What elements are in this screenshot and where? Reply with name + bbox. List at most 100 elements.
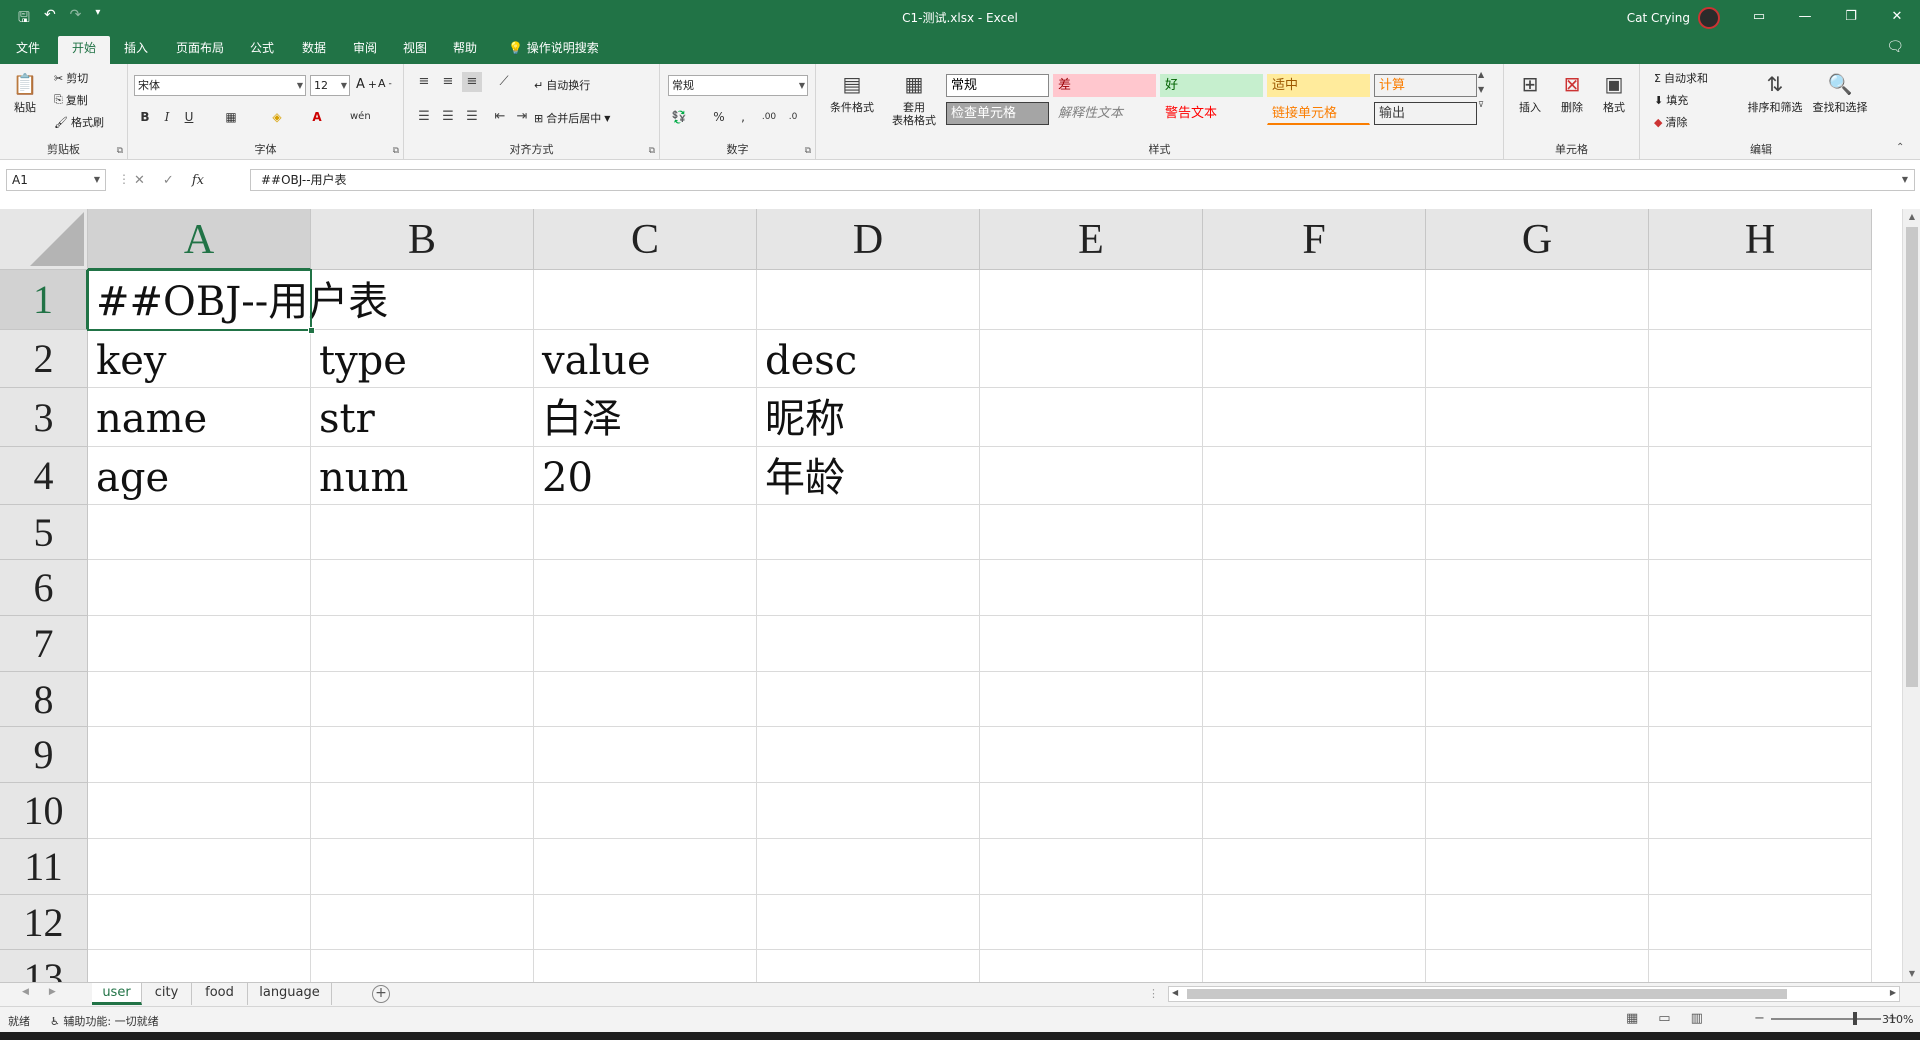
cell-g9[interactable] xyxy=(1426,727,1649,783)
cell-a11[interactable] xyxy=(88,839,311,895)
cell-f12[interactable] xyxy=(1203,895,1426,950)
cell-a6[interactable] xyxy=(88,560,311,616)
normal-view-icon[interactable]: ▦ xyxy=(1626,1011,1638,1026)
row-header-12[interactable]: 12 xyxy=(0,895,88,950)
tab-file[interactable]: 文件 xyxy=(10,38,46,64)
avatar[interactable] xyxy=(1698,7,1720,29)
font-size-select[interactable]: 12 ▼ xyxy=(310,75,350,96)
cell-b3[interactable]: str xyxy=(311,388,534,447)
cell-d7[interactable] xyxy=(757,616,980,672)
gallery-more-icon[interactable]: ⊽ xyxy=(1478,100,1484,109)
column-header-c[interactable]: C xyxy=(534,209,757,270)
name-box[interactable]: A1 ▼ xyxy=(6,169,106,191)
cell-e12[interactable] xyxy=(980,895,1203,950)
row-header-2[interactable]: 2 xyxy=(0,330,88,388)
cell-a1[interactable]: ##OBJ--用户表 xyxy=(88,270,388,330)
column-header-b[interactable]: B xyxy=(311,209,534,270)
bold-button[interactable]: B xyxy=(136,107,154,127)
minimize-icon[interactable]: — xyxy=(1782,0,1828,32)
cell-c5[interactable] xyxy=(534,505,757,560)
format-painter-button[interactable]: 🖌 格式刷 xyxy=(54,114,104,130)
cell-e11[interactable] xyxy=(980,839,1203,895)
cell-d4[interactable]: 年龄 xyxy=(757,447,980,505)
font-name-select[interactable]: 宋体 ▼ xyxy=(134,75,306,96)
cell-style-6[interactable]: 解释性文本 xyxy=(1053,102,1156,125)
cell-b13[interactable] xyxy=(311,950,534,982)
cell-h9[interactable] xyxy=(1649,727,1872,783)
cell-style-4[interactable]: 计算 xyxy=(1374,74,1477,97)
cell-c13[interactable] xyxy=(534,950,757,982)
column-header-h[interactable]: H xyxy=(1649,209,1872,270)
cell-f1[interactable] xyxy=(1203,270,1426,330)
cell-h3[interactable] xyxy=(1649,388,1872,447)
horizontal-scrollbar[interactable]: ◀ ▶ xyxy=(1168,986,1900,1002)
cell-h5[interactable] xyxy=(1649,505,1872,560)
scroll-down-icon[interactable]: ▼ xyxy=(1903,966,1920,982)
cell-g2[interactable] xyxy=(1426,330,1649,388)
format-cells-button[interactable]: ▣ 格式 xyxy=(1596,70,1632,115)
cell-e3[interactable] xyxy=(980,388,1203,447)
alignment-launcher-icon[interactable]: ⧉ xyxy=(649,146,655,156)
accounting-format-icon[interactable]: 💱 xyxy=(670,107,688,127)
sheet-tab-user[interactable]: user xyxy=(92,983,142,1005)
cell-b9[interactable] xyxy=(311,727,534,783)
scroll-left-icon[interactable]: ◀ xyxy=(1172,988,1178,997)
maximize-icon[interactable]: ❐ xyxy=(1828,0,1874,32)
clipboard-launcher-icon[interactable]: ⧉ xyxy=(117,146,123,156)
cell-g4[interactable] xyxy=(1426,447,1649,505)
row-header-9[interactable]: 9 xyxy=(0,727,88,783)
paste-button[interactable]: 📋 粘贴 xyxy=(10,70,40,115)
decrease-decimal-icon[interactable]: .0 xyxy=(784,107,802,127)
cell-style-0[interactable]: 常规 xyxy=(946,74,1049,97)
format-as-table-button[interactable]: ▦ 套用 表格格式 xyxy=(884,70,944,128)
tell-me-search[interactable]: 💡 操作说明搜索 xyxy=(502,38,605,64)
cell-h1[interactable] xyxy=(1649,270,1872,330)
cell-g10[interactable] xyxy=(1426,783,1649,839)
cell-d6[interactable] xyxy=(757,560,980,616)
tab-data[interactable]: 数据 xyxy=(296,38,332,64)
cell-b11[interactable] xyxy=(311,839,534,895)
cell-h4[interactable] xyxy=(1649,447,1872,505)
tab-help[interactable]: 帮助 xyxy=(447,38,483,64)
page-break-view-icon[interactable]: ▥ xyxy=(1691,1011,1703,1026)
clear-button[interactable]: ◆ 清除 xyxy=(1654,114,1687,130)
cell-d11[interactable] xyxy=(757,839,980,895)
tab-formulas[interactable]: 公式 xyxy=(244,38,280,64)
vertical-scrollbar[interactable]: ▲ ▼ xyxy=(1902,209,1920,982)
row-header-6[interactable]: 6 xyxy=(0,560,88,616)
cell-c2[interactable]: value xyxy=(534,330,757,388)
scroll-up-icon[interactable]: ▲ xyxy=(1903,209,1920,225)
scroll-right-icon[interactable]: ▶ xyxy=(1890,988,1896,997)
cell-e2[interactable] xyxy=(980,330,1203,388)
cell-d5[interactable] xyxy=(757,505,980,560)
tab-view[interactable]: 视图 xyxy=(397,38,433,64)
cell-g12[interactable] xyxy=(1426,895,1649,950)
cell-f9[interactable] xyxy=(1203,727,1426,783)
sort-filter-button[interactable]: ⇅ 排序和筛选 xyxy=(1744,70,1806,115)
align-center-icon[interactable]: ☰ xyxy=(438,107,458,127)
cell-a10[interactable] xyxy=(88,783,311,839)
cell-e6[interactable] xyxy=(980,560,1203,616)
cell-h6[interactable] xyxy=(1649,560,1872,616)
fill-button[interactable]: ⬇ 填充 xyxy=(1654,92,1688,108)
increase-decimal-icon[interactable]: .00 xyxy=(760,107,778,127)
borders-icon[interactable]: ▦ xyxy=(222,107,240,127)
cell-b10[interactable] xyxy=(311,783,534,839)
cell-b12[interactable] xyxy=(311,895,534,950)
cell-a3[interactable]: name xyxy=(88,388,311,447)
tab-insert[interactable]: 插入 xyxy=(118,38,154,64)
cell-c6[interactable] xyxy=(534,560,757,616)
align-top-icon[interactable]: ≡ xyxy=(414,72,434,92)
column-header-d[interactable]: D xyxy=(757,209,980,270)
cell-g3[interactable] xyxy=(1426,388,1649,447)
column-header-f[interactable]: F xyxy=(1203,209,1426,270)
conditional-formatting-button[interactable]: ▤ 条件格式 xyxy=(824,70,880,115)
cell-c11[interactable] xyxy=(534,839,757,895)
align-right-icon[interactable]: ☰ xyxy=(462,107,482,127)
cell-style-8[interactable]: 链接单元格 xyxy=(1267,102,1370,125)
cell-c12[interactable] xyxy=(534,895,757,950)
cell-d9[interactable] xyxy=(757,727,980,783)
expand-formula-bar-icon[interactable]: ▼ xyxy=(1902,170,1908,190)
cell-f7[interactable] xyxy=(1203,616,1426,672)
cell-f11[interactable] xyxy=(1203,839,1426,895)
